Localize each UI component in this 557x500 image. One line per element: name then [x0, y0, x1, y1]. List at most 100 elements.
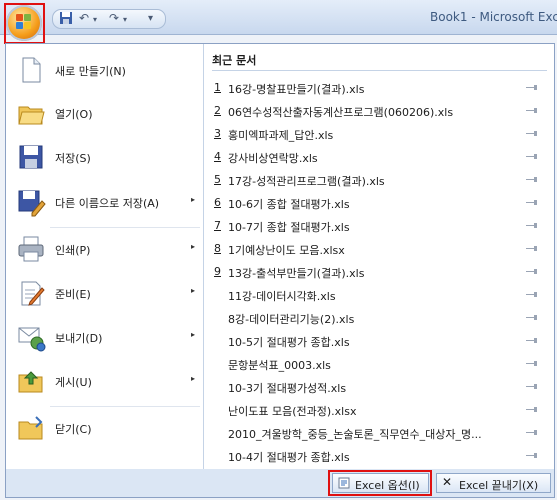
pin-icon[interactable]	[526, 269, 538, 274]
prepare-document-icon	[16, 278, 46, 308]
recent-document-name: 문항분석표_0003.xls	[228, 359, 331, 372]
recent-documents-header: 최근 문서	[212, 54, 257, 67]
menu-item-print-label: 인쇄(P)	[55, 244, 91, 257]
new-document-icon	[16, 55, 46, 85]
pin-icon[interactable]	[526, 246, 538, 251]
recent-document-name: 10-6기 종합 절대평가.xls	[228, 198, 350, 211]
menu-item-prepare[interactable]: 준비(E) ▸	[6, 272, 203, 314]
close-folder-icon	[16, 413, 46, 443]
menu-item-save[interactable]: 저장(S)	[6, 136, 203, 178]
recent-document-number: 8	[214, 242, 221, 255]
recent-document-number: 7	[214, 219, 221, 232]
office-menu-footer: Excel 옵션(I) ✕ Excel 끝내기(X)	[5, 469, 555, 498]
menu-item-close[interactable]: 닫기(C)	[6, 407, 203, 449]
recent-document-item[interactable]: 문항분석표_0003.xls	[204, 353, 554, 376]
pin-icon[interactable]	[526, 407, 538, 412]
recent-document-name: 2010_겨울방학_중등_논술토론_직무연수_대상자_명...	[228, 428, 482, 441]
recent-document-name: 홍미엑파과제_답안.xls	[228, 129, 334, 142]
recent-document-item[interactable]: 3 홍미엑파과제_답안.xls	[204, 123, 554, 146]
recent-document-item[interactable]: 2010_겨울방학_중등_논술토론_직무연수_대상자_명...	[204, 422, 554, 445]
recent-document-item[interactable]: 1 16강-명찰표만들기(결과).xls	[204, 77, 554, 100]
pin-icon[interactable]	[526, 292, 538, 297]
folder-open-icon	[16, 98, 46, 128]
recent-document-item[interactable]: 11강-데이터시각화.xls	[204, 284, 554, 307]
pin-icon[interactable]	[526, 338, 538, 343]
floppy-disk-icon	[16, 142, 46, 172]
undo-dropdown-icon[interactable]: ▾	[93, 15, 97, 24]
excel-options-highlight	[328, 470, 432, 496]
recent-document-item[interactable]: 10-4기 절대평가 종합.xls	[204, 445, 554, 468]
menu-item-prepare-label: 준비(E)	[55, 288, 91, 301]
pin-icon[interactable]	[526, 430, 538, 435]
close-x-icon: ✕	[442, 475, 453, 489]
recent-document-name: 17강-성적관리프로그램(결과).xls	[228, 175, 385, 188]
office-menu: 새로 만들기(N) 열기(O) 저장(S) 다른 이름으로 저장(A) ▸ 인쇄…	[5, 43, 555, 473]
recent-document-number: 5	[214, 173, 221, 186]
recent-document-item[interactable]: 4 강사비상연락망.xls	[204, 146, 554, 169]
pin-icon[interactable]	[526, 131, 538, 136]
recent-document-name: 10-7기 종합 절대평가.xls	[228, 221, 350, 234]
undo-icon[interactable]: ↶	[79, 11, 89, 25]
submenu-arrow-icon: ▸	[191, 374, 196, 383]
save-as-icon	[16, 187, 46, 217]
send-icon	[16, 322, 46, 352]
menu-item-publish[interactable]: 게시(U) ▸	[6, 360, 203, 402]
recent-document-item[interactable]: 6 10-6기 종합 절대평가.xls	[204, 192, 554, 215]
office-logo-icon	[16, 14, 32, 30]
recent-document-item[interactable]: 5 17강-성적관리프로그램(결과).xls	[204, 169, 554, 192]
pin-icon[interactable]	[526, 361, 538, 366]
submenu-arrow-icon: ▸	[191, 286, 196, 295]
submenu-arrow-icon: ▸	[191, 330, 196, 339]
customize-qat-icon[interactable]: ▾	[148, 13, 153, 24]
recent-document-name: 11강-데이터시각화.xls	[228, 290, 336, 303]
recent-documents-panel: 최근 문서 1 16강-명찰표만들기(결과).xls 2 06연수성적산출자동계산프로…	[204, 44, 554, 472]
exit-excel-button[interactable]: ✕ Excel 끝내기(X)	[436, 473, 551, 493]
recent-document-number: 4	[214, 150, 221, 163]
menu-item-save-as-label: 다른 이름으로 저장(A)	[55, 197, 160, 210]
recent-document-item[interactable]: 7 10-7기 종합 절대평가.xls	[204, 215, 554, 238]
recent-document-item[interactable]: 8 1기예상난이도 모음.xlsx	[204, 238, 554, 261]
pin-icon[interactable]	[526, 177, 538, 182]
menu-item-save-label: 저장(S)	[55, 152, 91, 165]
pin-icon[interactable]	[526, 384, 538, 389]
redo-dropdown-icon[interactable]: ▾	[123, 15, 127, 24]
recent-document-name: 8강-데이터관리기능(2).xls	[228, 313, 355, 326]
recent-document-item[interactable]: 2 06연수성적산출자동계산프로그램(060206).xls	[204, 100, 554, 123]
menu-item-save-as[interactable]: 다른 이름으로 저장(A) ▸	[6, 181, 203, 223]
recent-document-number: 9	[214, 265, 221, 278]
menu-item-publish-label: 게시(U)	[55, 376, 92, 389]
pin-icon[interactable]	[526, 200, 538, 205]
exit-excel-label: Excel 끝내기(X)	[459, 479, 539, 492]
menu-item-new-label: 새로 만들기(N)	[55, 65, 126, 78]
menu-item-print[interactable]: 인쇄(P) ▸	[6, 228, 203, 270]
recent-document-item[interactable]: 10-5기 절대평가 종합.xls	[204, 330, 554, 353]
title-bar: ↶ ▾ ↷ ▾ ▾ Book1 - Microsoft Exce	[0, 0, 557, 35]
pin-icon[interactable]	[526, 108, 538, 113]
save-icon[interactable]	[59, 11, 73, 28]
recent-document-number: 3	[214, 127, 221, 140]
menu-item-new[interactable]: 새로 만들기(N)	[6, 49, 203, 91]
submenu-arrow-icon: ▸	[191, 195, 196, 204]
recent-document-item[interactable]: 9 13강-출석부만들기(결과).xls	[204, 261, 554, 284]
pin-icon[interactable]	[526, 315, 538, 320]
pin-icon[interactable]	[526, 154, 538, 159]
pin-icon[interactable]	[526, 85, 538, 90]
office-button[interactable]	[6, 5, 42, 41]
recent-document-item[interactable]: 난이도표 모음(전과정).xlsx	[204, 399, 554, 422]
publish-folder-icon	[16, 366, 46, 396]
recent-document-name: 10-5기 절대평가 종합.xls	[228, 336, 350, 349]
recent-document-name: 16강-명찰표만들기(결과).xls	[228, 83, 365, 96]
recent-document-name: 난이도표 모음(전과정).xlsx	[228, 405, 357, 418]
recent-document-number: 6	[214, 196, 221, 209]
menu-item-send[interactable]: 보내기(D) ▸	[6, 316, 203, 358]
recent-document-item[interactable]: 10-3기 절대평가성적.xls	[204, 376, 554, 399]
menu-item-open[interactable]: 열기(O)	[6, 92, 203, 134]
recent-document-name: 1기예상난이도 모음.xlsx	[228, 244, 345, 257]
pin-icon[interactable]	[526, 223, 538, 228]
redo-icon[interactable]: ↷	[109, 11, 119, 25]
pin-icon[interactable]	[526, 453, 538, 458]
menu-item-open-label: 열기(O)	[55, 108, 93, 121]
recent-document-name: 10-3기 절대평가성적.xls	[228, 382, 347, 395]
recent-document-item[interactable]: 8강-데이터관리기능(2).xls	[204, 307, 554, 330]
office-menu-commands: 새로 만들기(N) 열기(O) 저장(S) 다른 이름으로 저장(A) ▸ 인쇄…	[6, 44, 203, 472]
